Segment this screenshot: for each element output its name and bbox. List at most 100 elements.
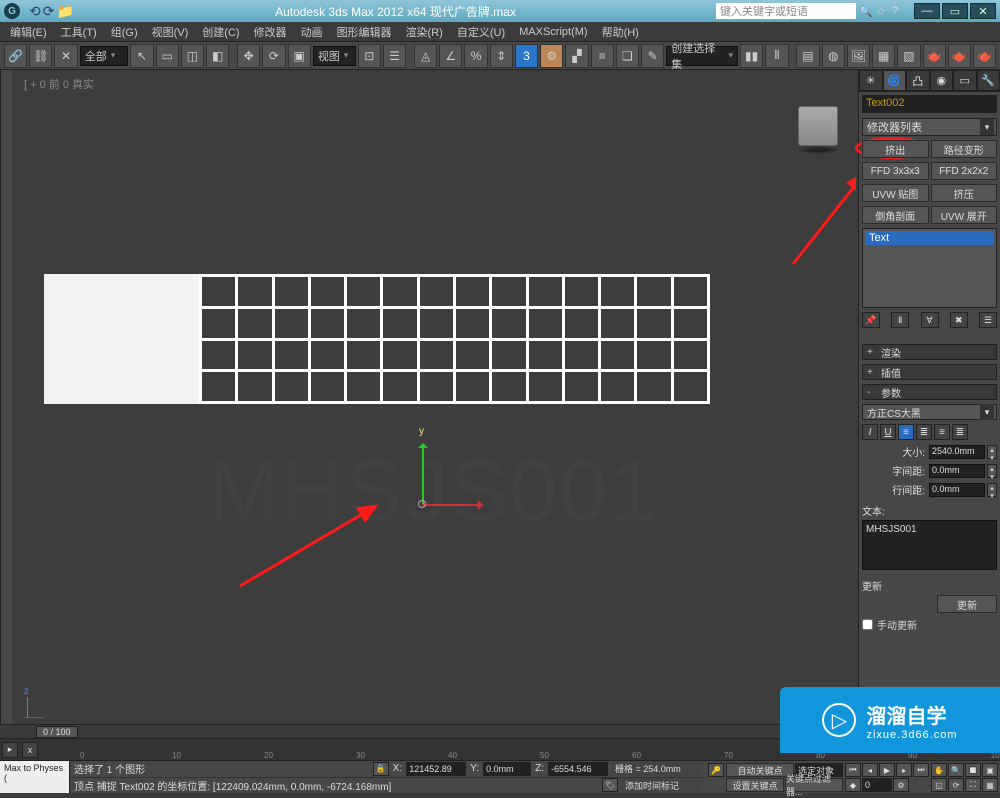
curve-editor-icon[interactable]: ✎ (641, 44, 664, 68)
remove-mod-icon[interactable]: ✖ (950, 312, 968, 328)
menu-maxscript[interactable]: MAXScript(M) (513, 25, 593, 39)
menu-customize[interactable]: 自定义(U) (451, 23, 511, 41)
time-slider-handle[interactable]: 0 / 100 (36, 726, 78, 738)
ref-coord-dropdown[interactable]: 视图 (313, 46, 356, 66)
align-right-button[interactable]: ≡ (934, 424, 950, 440)
snap-toggle-icon[interactable]: ◬ (414, 44, 437, 68)
rollout-params[interactable]: -参数 (862, 384, 997, 400)
material-icon[interactable]: ◍ (822, 44, 845, 68)
menu-create[interactable]: 创建(C) (196, 23, 245, 41)
teapot-render-icon[interactable]: 🫖 (923, 44, 946, 68)
mirror2-icon[interactable]: ▮▮ (740, 44, 763, 68)
font-dropdown[interactable]: 方正CS大黑 (862, 404, 997, 420)
prev-frame-icon[interactable]: ◂ (862, 763, 878, 777)
gizmo-origin[interactable] (418, 500, 426, 508)
menu-tools[interactable]: 工具(T) (55, 23, 103, 41)
add-time-tag[interactable]: 添加时间标记 (622, 778, 702, 792)
show-end-icon[interactable]: Ⅱ (891, 312, 909, 328)
render-frame-icon[interactable]: ▦ (872, 44, 895, 68)
menu-edit[interactable]: 编辑(E) (4, 23, 53, 41)
modifier-extrude-button[interactable]: 挤出 (862, 140, 929, 158)
move-icon[interactable]: ✥ (237, 44, 260, 68)
link-icon[interactable]: 🔗 (4, 44, 27, 68)
align-justify-button[interactable]: ≣ (952, 424, 968, 440)
modifier-list-dropdown[interactable]: 修改器列表 (862, 118, 997, 136)
window-crossing-icon[interactable]: ◧ (206, 44, 229, 68)
manual-update-checkbox[interactable]: 手动更新 (862, 617, 997, 632)
zoom-extents-icon[interactable]: ◱ (931, 778, 947, 792)
coord-z-field[interactable]: -6554.546 (548, 762, 608, 776)
orbit-icon[interactable]: ⟳ (948, 778, 964, 792)
named-selset-icon[interactable]: ⚙ (540, 44, 563, 68)
close-button[interactable]: ✕ (970, 3, 996, 19)
zoom-all-icon[interactable]: 🔲 (965, 763, 981, 777)
modifier-ffd3-button[interactable]: FFD 3x3x3 (862, 162, 929, 180)
redo-icon[interactable]: ⟳ (43, 3, 55, 20)
pivot-icon[interactable]: ⊡ (358, 44, 381, 68)
billboard-object[interactable] (44, 274, 710, 404)
modifier-stack[interactable]: Text (862, 228, 997, 308)
goto-end-icon[interactable]: ⏭ (913, 763, 929, 777)
modifier-uvwunwrap-button[interactable]: UVW 展开 (931, 206, 998, 224)
menu-help[interactable]: 帮助(H) (596, 23, 645, 41)
key-selset[interactable]: 选定对象 (795, 763, 843, 777)
favorite-icon[interactable]: ☆ (876, 5, 892, 18)
help-search-input[interactable]: 键入关键字或短语 (716, 3, 856, 19)
scale-icon[interactable]: ▣ (288, 44, 311, 68)
search-go-icon[interactable]: 🔍 (856, 5, 876, 18)
modifier-bevelprofile-button[interactable]: 倒角剖面 (862, 206, 929, 224)
modifier-pathdeform-button[interactable]: 路径变形 (931, 140, 998, 158)
menu-graph[interactable]: 图形编辑器 (331, 23, 398, 41)
quick-render-icon[interactable]: ▧ (897, 44, 920, 68)
time-config-icon[interactable]: ⚙ (893, 778, 909, 792)
rotate-icon[interactable]: ⟳ (262, 44, 285, 68)
mirror-icon[interactable]: ▞ (565, 44, 588, 68)
time-tag-icon[interactable]: 🏷 (602, 778, 618, 792)
key-toggle-icon[interactable]: 🔑 (708, 763, 724, 777)
key-mode-icon[interactable]: ◆ (845, 778, 861, 792)
align2-icon[interactable]: ⫴ (765, 44, 788, 68)
maximize-viewport-icon[interactable]: ⛶ (965, 778, 981, 792)
tab-utilities-icon[interactable]: 🔧 (977, 70, 1000, 91)
current-frame-field[interactable]: 0 (862, 778, 892, 792)
teapot2-icon[interactable]: 🫖 (948, 44, 971, 68)
unlink-icon[interactable]: ⛓ (29, 44, 52, 68)
configure-icon[interactable]: ☰ (979, 312, 997, 328)
maxscript-listener[interactable]: Max to Physes ( (0, 761, 70, 793)
coord-y-field[interactable]: 0.0mm (483, 762, 531, 776)
zoom-icon[interactable]: 🔍 (948, 763, 964, 777)
trackbar-toggle-icon[interactable]: ▸ (2, 742, 18, 758)
modifier-stack-item[interactable]: Text (865, 231, 994, 245)
spinner-snap-icon[interactable]: ⇕ (490, 44, 513, 68)
menu-render[interactable]: 渲染(R) (400, 23, 449, 41)
menu-group[interactable]: 组(G) (105, 23, 144, 41)
tab-modify-icon[interactable]: 🌀 (883, 70, 907, 91)
modifier-uvwmap-button[interactable]: UVW 贴图 (862, 184, 929, 202)
modifier-squeeze-button[interactable]: 挤压 (931, 184, 998, 202)
select-region-icon[interactable]: ◫ (181, 44, 204, 68)
coord-x-field[interactable]: 121452.89 (406, 762, 466, 776)
tab-create-icon[interactable]: ✳ (859, 70, 883, 91)
help-icon[interactable]: ? (892, 5, 908, 17)
undo-icon[interactable]: ⟲ (29, 3, 41, 20)
lead-spinner[interactable]: ▴▾ (987, 483, 997, 497)
render-setup-icon[interactable]: 🖼 (847, 44, 870, 68)
viewcube[interactable] (798, 106, 838, 146)
open-icon[interactable]: 📁 (56, 3, 73, 20)
percent-snap-icon[interactable]: % (464, 44, 487, 68)
text-object[interactable]: MHSJS001 (208, 442, 659, 541)
select-icon[interactable]: ↖ (130, 44, 153, 68)
x-axis[interactable] (422, 504, 482, 506)
lock-selection-icon[interactable]: 🔒 (373, 762, 389, 776)
play-icon[interactable]: ▶ (879, 763, 895, 777)
pin-stack-icon[interactable]: 📌 (862, 312, 880, 328)
snap3-icon[interactable]: 3 (515, 44, 538, 68)
rollout-render[interactable]: +渲染 (862, 344, 997, 360)
align-left-button[interactable]: ≡ (898, 424, 914, 440)
align-center-button[interactable]: ≣ (916, 424, 932, 440)
menu-modifiers[interactable]: 修改器 (248, 23, 293, 41)
tab-motion-icon[interactable]: ◉ (930, 70, 954, 91)
named-selset-dropdown[interactable]: 创建选择集 (666, 46, 738, 66)
bind-icon[interactable]: ✕ (54, 44, 77, 68)
menu-animation[interactable]: 动画 (295, 23, 329, 41)
